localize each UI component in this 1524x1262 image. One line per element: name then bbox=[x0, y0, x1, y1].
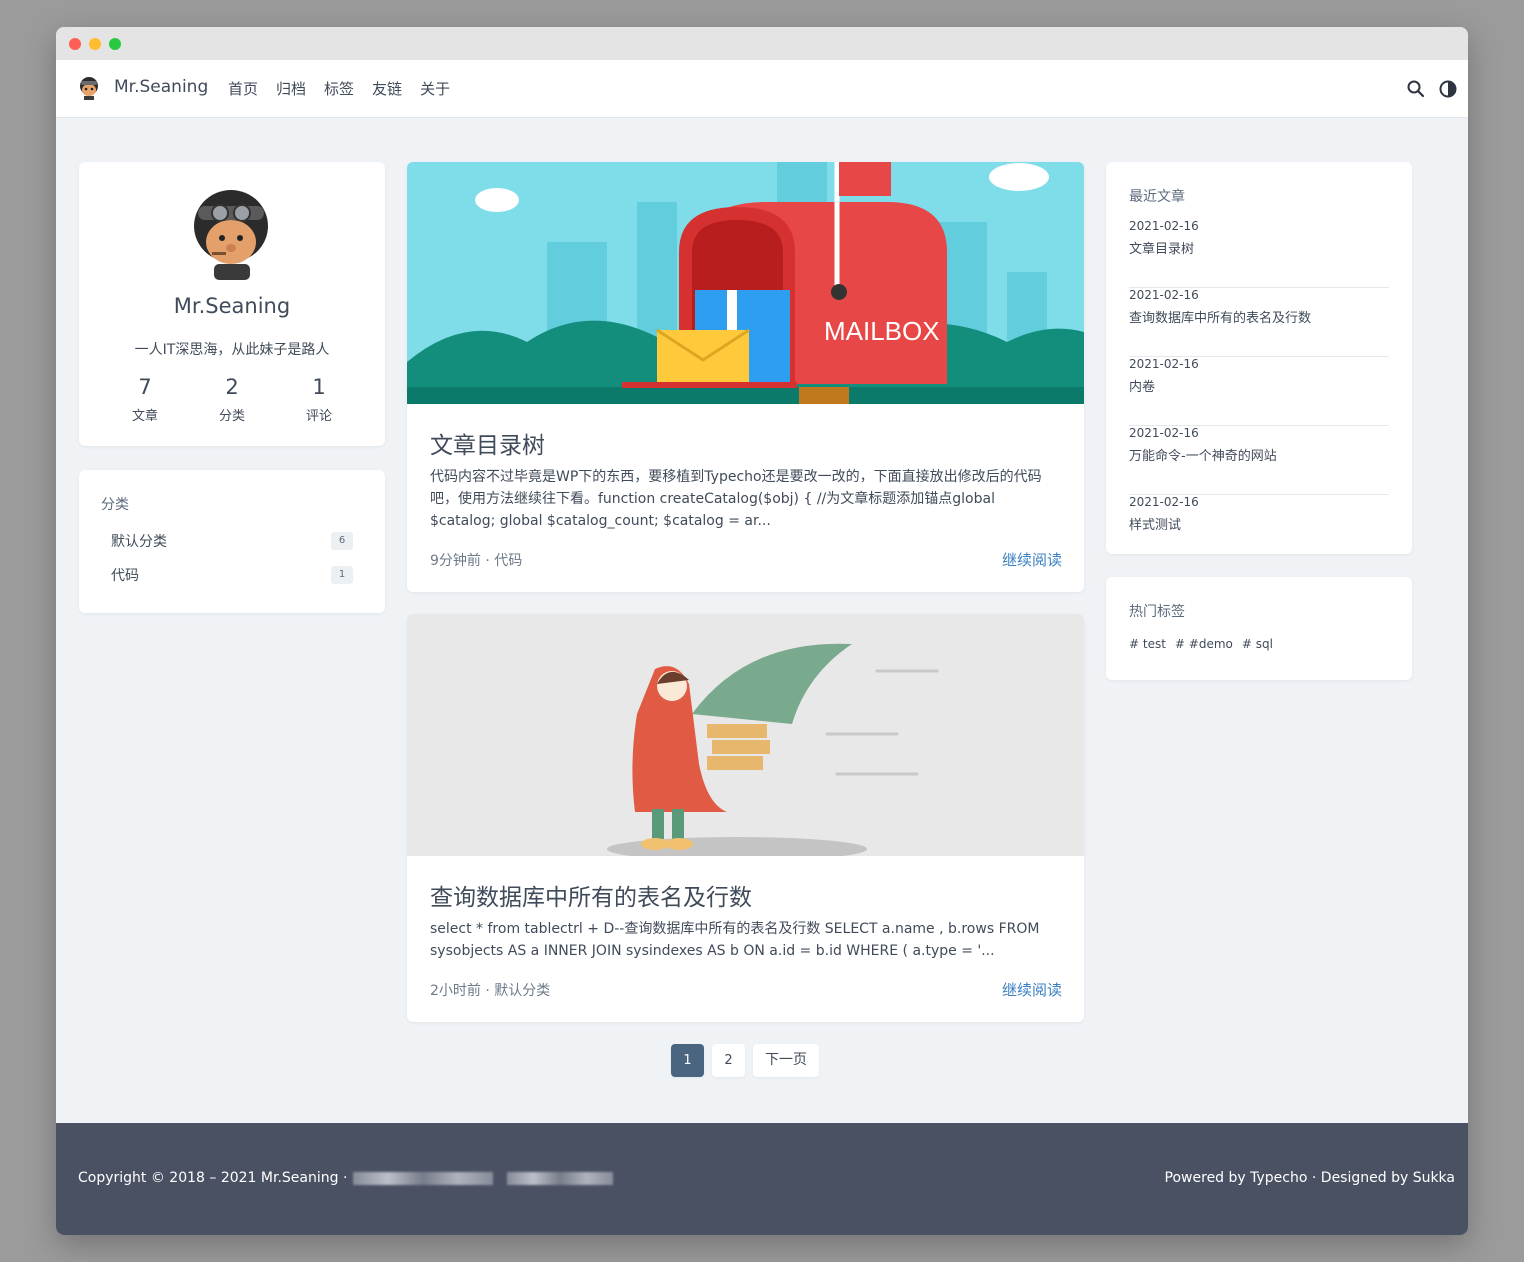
read-more-link[interactable]: 继续阅读 bbox=[1002, 979, 1062, 1000]
maximize-window-button[interactable] bbox=[109, 38, 121, 50]
recent-post-date: 2021-02-16 bbox=[1129, 288, 1199, 302]
redacted-text bbox=[507, 1171, 614, 1185]
read-more-link[interactable]: 继续阅读 bbox=[1002, 549, 1062, 570]
nav-about[interactable]: 关于 bbox=[420, 78, 450, 99]
minimize-window-button[interactable] bbox=[89, 38, 101, 50]
hot-tags-widget: 热门标签 # test # #demo # sql bbox=[1106, 577, 1412, 680]
nav-links: 首页 归档 标签 友链 关于 bbox=[228, 78, 450, 99]
post-title[interactable]: 文章目录树 bbox=[430, 426, 545, 460]
recent-post-title: 查询数据库中所有的表名及行数 bbox=[1129, 311, 1312, 326]
post-card: 查询数据库中所有的表名及行数 select * from tablectrl +… bbox=[407, 614, 1084, 1022]
nav-links-friends[interactable]: 友链 bbox=[372, 78, 402, 99]
recent-post-date: 2021-02-16 bbox=[1129, 426, 1199, 440]
widget-title: 热门标签 bbox=[1129, 604, 1185, 620]
recent-post-title: 文章目录树 bbox=[1129, 242, 1195, 257]
brand-avatar[interactable] bbox=[76, 75, 102, 101]
recent-post-title: 万能命令-一个神奇的网站 bbox=[1129, 449, 1277, 464]
footer-credits: Powered by Typecho · Designed by Sukka bbox=[1164, 1170, 1455, 1186]
meta-separator: · bbox=[485, 983, 495, 999]
stat-value: 2 bbox=[225, 375, 239, 399]
post-cover-image[interactable] bbox=[407, 614, 1084, 856]
widget-title: 分类 bbox=[101, 497, 129, 513]
title-bar bbox=[56, 27, 1468, 60]
pagination: 1 2 下一页 bbox=[671, 1044, 819, 1077]
recent-post-item[interactable]: 2021-02-16 内卷 bbox=[1129, 357, 1389, 426]
profile-name: Mr.Seaning bbox=[173, 294, 291, 318]
nav-tags[interactable]: 标签 bbox=[324, 78, 354, 99]
stat-label: 文章 bbox=[131, 409, 158, 424]
stat-value: 1 bbox=[312, 375, 326, 399]
tag-link[interactable]: # #demo bbox=[1175, 637, 1233, 651]
post-time: 9分钟前 bbox=[430, 553, 481, 569]
post-cover-image[interactable]: MAILBOX bbox=[407, 162, 1084, 404]
stat-label: 分类 bbox=[218, 409, 245, 424]
tag-list: # test # #demo # sql bbox=[1129, 637, 1273, 651]
recent-post-date: 2021-02-16 bbox=[1129, 357, 1199, 371]
recent-post-item[interactable]: 2021-02-16 文章目录树 bbox=[1129, 219, 1389, 288]
copyright-text: Copyright © 2018 – 2021 Mr.Seaning · bbox=[78, 1170, 348, 1186]
recent-post-item[interactable]: 2021-02-16 样式测试 bbox=[1129, 495, 1389, 563]
page-1-button[interactable]: 1 bbox=[671, 1044, 704, 1077]
widget-title: 最近文章 bbox=[1129, 189, 1185, 205]
post-title[interactable]: 查询数据库中所有的表名及行数 bbox=[430, 878, 752, 912]
category-count: 1 bbox=[331, 566, 353, 584]
redacted-text bbox=[353, 1171, 494, 1185]
browser-window: Mr.Seaning 首页 归档 标签 友链 关于 Mr.Seaning 一人I… bbox=[56, 27, 1468, 1235]
stat-value: 7 bbox=[138, 375, 152, 399]
stat-categories[interactable]: 2 分类 bbox=[192, 375, 272, 424]
stat-comments[interactable]: 1 评论 bbox=[279, 375, 359, 424]
cover-mailbox-label: MAILBOX bbox=[824, 316, 940, 346]
category-name: 代码 bbox=[111, 568, 139, 584]
category-count: 6 bbox=[331, 532, 353, 550]
post-category-link[interactable]: 默认分类 bbox=[494, 983, 550, 999]
post-excerpt: 代码内容不过毕竟是WP下的东西，要移植到Typecho还是要改一改的，下面直接放… bbox=[430, 469, 1042, 529]
post-card: MAILBOX 文章目录树 代码内容不过毕竟是WP下的东西，要移植到Typech… bbox=[407, 162, 1084, 592]
footer: Copyright © 2018 – 2021 Mr.Seaning · Pow… bbox=[56, 1123, 1468, 1235]
category-item[interactable]: 代码 1 bbox=[111, 565, 353, 585]
recent-post-date: 2021-02-16 bbox=[1129, 219, 1199, 233]
profile-bio: 一人IT深思海，从此妹子是路人 bbox=[134, 342, 330, 358]
post-meta: 2小时前 · 默认分类 bbox=[430, 980, 550, 1000]
stat-posts[interactable]: 7 文章 bbox=[105, 375, 185, 424]
categories-widget: 分类 默认分类 6 代码 1 bbox=[79, 470, 385, 613]
close-window-button[interactable] bbox=[69, 38, 81, 50]
post-category-link[interactable]: 代码 bbox=[494, 553, 522, 569]
stat-label: 评论 bbox=[305, 409, 332, 424]
recent-post-date: 2021-02-16 bbox=[1129, 495, 1199, 509]
tag-link[interactable]: # test bbox=[1129, 637, 1166, 651]
page-2-button[interactable]: 2 bbox=[712, 1044, 745, 1077]
post-excerpt: select * from tablectrl + D--查询数据库中所有的表名… bbox=[430, 921, 1040, 959]
next-page-button[interactable]: 下一页 bbox=[753, 1044, 819, 1077]
recent-post-item[interactable]: 2021-02-16 查询数据库中所有的表名及行数 bbox=[1129, 288, 1389, 357]
nav-home[interactable]: 首页 bbox=[228, 78, 258, 99]
recent-post-item[interactable]: 2021-02-16 万能命令-一个神奇的网站 bbox=[1129, 426, 1389, 495]
category-item[interactable]: 默认分类 6 bbox=[111, 531, 353, 551]
profile-avatar bbox=[194, 190, 268, 280]
recent-post-title: 内卷 bbox=[1129, 380, 1156, 395]
category-name: 默认分类 bbox=[111, 534, 167, 550]
post-time: 2小时前 bbox=[430, 983, 481, 999]
recent-posts-widget: 最近文章 2021-02-16 文章目录树 2021-02-16 查询数据库中所… bbox=[1106, 162, 1412, 554]
theme-toggle-icon[interactable] bbox=[1438, 79, 1458, 99]
post-meta: 9分钟前 · 代码 bbox=[430, 550, 522, 570]
navbar: Mr.Seaning 首页 归档 标签 友链 关于 bbox=[56, 60, 1468, 118]
tag-link[interactable]: # sql bbox=[1242, 637, 1273, 651]
meta-separator: · bbox=[485, 553, 495, 569]
recent-post-title: 样式测试 bbox=[1129, 518, 1182, 533]
brand-name[interactable]: Mr.Seaning bbox=[114, 77, 208, 97]
profile-card: Mr.Seaning 一人IT深思海，从此妹子是路人 7 文章 2 分类 1 评… bbox=[79, 162, 385, 446]
nav-archive[interactable]: 归档 bbox=[276, 78, 306, 99]
search-icon[interactable] bbox=[1406, 79, 1426, 99]
footer-copyright: Copyright © 2018 – 2021 Mr.Seaning · bbox=[78, 1170, 614, 1186]
